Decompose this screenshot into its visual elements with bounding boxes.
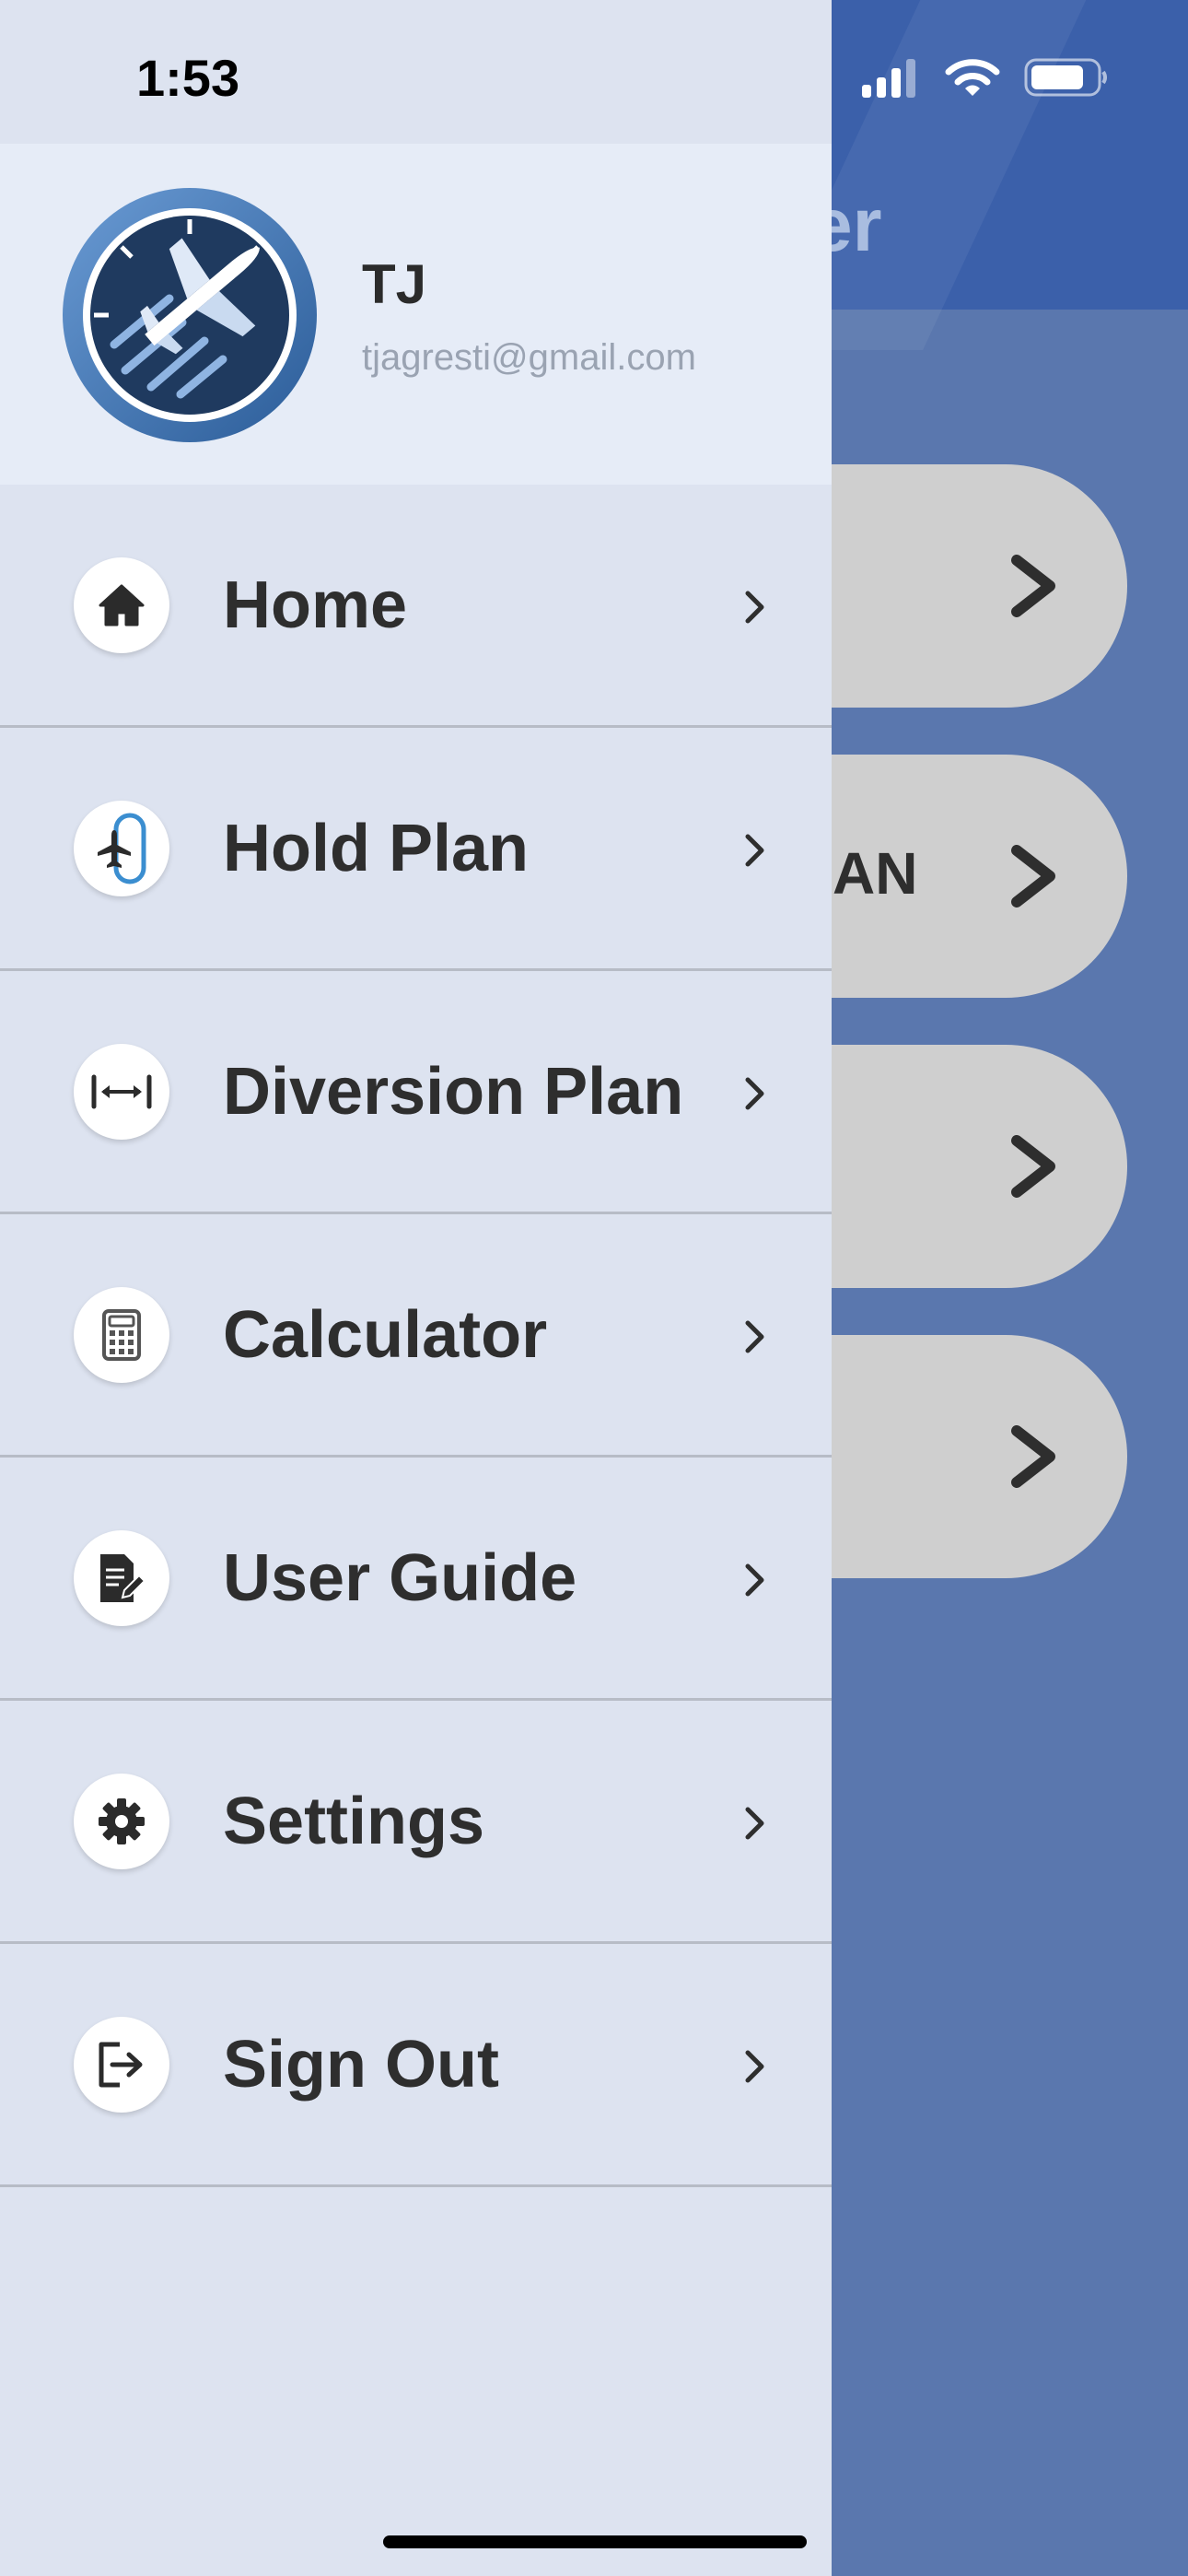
- battery-icon: [1024, 58, 1107, 97]
- menu-icon-badge: [74, 801, 169, 896]
- menu-item-label: Sign Out: [223, 2028, 499, 2102]
- menu-icon-badge: [74, 1287, 169, 1383]
- tile-label: AN: [833, 840, 918, 907]
- menu-icon-badge: [74, 557, 169, 653]
- profile-email: tjagresti@gmail.com: [362, 337, 696, 378]
- menu-item-calculator[interactable]: Calculator: [0, 1214, 832, 1458]
- app-screen: er AN 1:53 TJ tjagresti@gmail.com Home H…: [0, 0, 1188, 2576]
- status-bar: 1:53: [0, 0, 1188, 144]
- chevron-right-icon: [745, 1563, 764, 1597]
- menu-item-hold-plan[interactable]: Hold Plan: [0, 728, 832, 971]
- chevron-right-icon: [1011, 555, 1055, 617]
- gear-icon: [99, 1798, 145, 1844]
- navigation-drawer: TJ tjagresti@gmail.com Home Hold Plan Di…: [0, 0, 832, 2576]
- cellular-signal-icon: [862, 59, 915, 98]
- menu-item-label: User Guide: [223, 1541, 577, 1615]
- chevron-right-icon: [1011, 1135, 1055, 1198]
- home-icon: [99, 584, 145, 626]
- menu-icon-badge: [74, 2017, 169, 2113]
- chevron-right-icon: [745, 1320, 764, 1353]
- drawer-menu: Home Hold Plan Diversion Plan Calculator…: [0, 485, 832, 2187]
- wifi-icon: [945, 59, 1000, 96]
- menu-item-label: Home: [223, 568, 408, 642]
- chevron-right-icon: [745, 2050, 764, 2083]
- menu-icon-badge: [74, 1044, 169, 1140]
- chevron-right-icon: [745, 1807, 764, 1840]
- menu-item-user-guide[interactable]: User Guide: [0, 1458, 832, 1701]
- airplane-logo-icon: [63, 188, 317, 442]
- menu-icon-badge: [74, 1530, 169, 1626]
- user-guide-icon: [100, 1554, 146, 1602]
- menu-icon-badge: [74, 1774, 169, 1869]
- hold-pattern-icon: [98, 813, 146, 884]
- diversion-arrows-icon: [91, 1074, 152, 1109]
- chevron-right-icon: [1011, 1425, 1055, 1488]
- sign-out-icon: [99, 2042, 143, 2088]
- chevron-right-icon: [1011, 845, 1055, 907]
- menu-item-label: Diversion Plan: [223, 1055, 684, 1129]
- menu-item-sign-out[interactable]: Sign Out: [0, 1944, 832, 2187]
- profile-name: TJ: [362, 253, 427, 315]
- menu-item-label: Calculator: [223, 1298, 548, 1372]
- menu-item-settings[interactable]: Settings: [0, 1701, 832, 1944]
- chevron-right-icon: [745, 834, 764, 867]
- chevron-right-icon: [745, 1077, 764, 1110]
- status-time: 1:53: [136, 49, 240, 107]
- menu-item-label: Settings: [223, 1785, 485, 1858]
- status-icons: [860, 57, 1109, 98]
- menu-item-label: Hold Plan: [223, 812, 530, 885]
- calculator-icon: [102, 1309, 141, 1361]
- profile-header: TJ tjagresti@gmail.com: [0, 144, 832, 485]
- home-indicator[interactable]: [383, 2535, 807, 2548]
- chevron-right-icon: [745, 591, 764, 624]
- menu-item-home[interactable]: Home: [0, 485, 832, 728]
- menu-item-diversion-plan[interactable]: Diversion Plan: [0, 971, 832, 1214]
